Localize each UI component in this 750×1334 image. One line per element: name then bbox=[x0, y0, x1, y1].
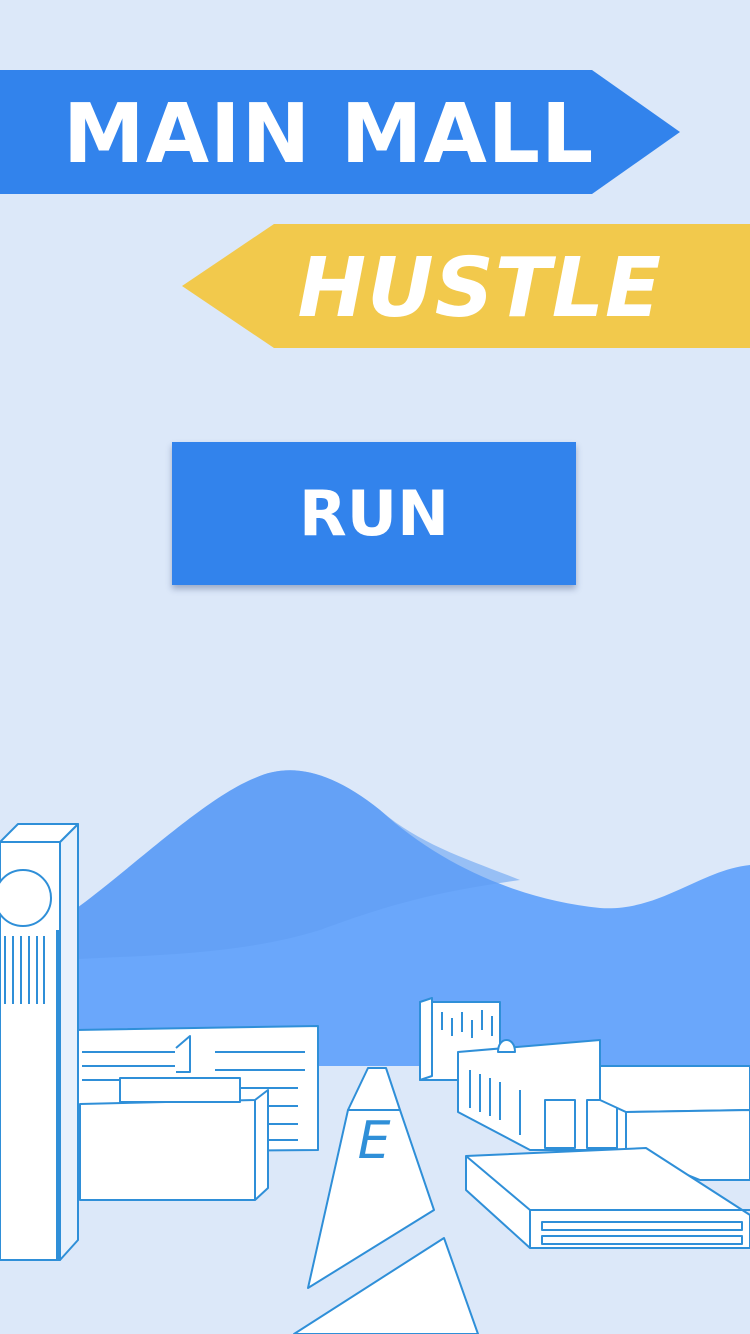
road-sign-letter: E bbox=[358, 1111, 391, 1171]
title-main-mall-text: MAIN MALL bbox=[63, 87, 595, 182]
clock-tower bbox=[0, 823, 79, 1261]
title-screen: MAIN MALL HUSTLE RUN E bbox=[0, 0, 750, 1334]
title-hustle-text: HUSTLE bbox=[297, 241, 662, 336]
run-button[interactable]: RUN bbox=[172, 442, 576, 585]
title-banner-main-mall: MAIN MALL bbox=[0, 70, 680, 194]
campus-scenery-illustration: E bbox=[0, 770, 750, 1334]
title-banner-hustle: HUSTLE bbox=[182, 224, 750, 348]
